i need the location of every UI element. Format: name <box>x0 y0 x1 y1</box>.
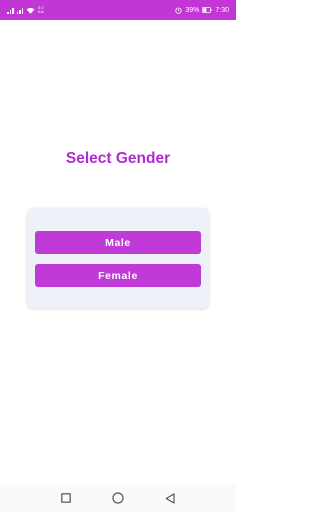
battery-percent: 39% <box>185 6 200 14</box>
wifi-icon <box>26 7 35 14</box>
triangle-back-icon <box>165 492 175 504</box>
status-bar: 0.0 K/s 39% 7:30 <box>0 0 236 20</box>
clock-time: 7:30 <box>215 6 229 14</box>
home-button[interactable] <box>106 486 130 510</box>
alarm-icon <box>175 7 182 14</box>
recents-button[interactable] <box>54 486 78 510</box>
female-button[interactable]: Female <box>35 264 201 287</box>
net-speed-unit: K/s <box>38 9 44 14</box>
battery-icon <box>202 7 212 13</box>
back-button[interactable] <box>158 486 182 510</box>
net-speed: 0.0 K/s <box>38 6 44 14</box>
signal-2-icon <box>16 7 23 14</box>
square-recents-icon <box>61 493 71 503</box>
gender-card: Male Female <box>27 208 209 308</box>
navigation-bar <box>0 484 236 512</box>
page-title: Select Gender <box>65 150 171 167</box>
signal-icon <box>7 7 14 14</box>
status-left: 0.0 K/s <box>7 6 44 14</box>
status-right: 39% 7:30 <box>175 7 229 14</box>
male-button[interactable]: Male <box>35 231 201 254</box>
circle-home-icon <box>112 492 124 504</box>
